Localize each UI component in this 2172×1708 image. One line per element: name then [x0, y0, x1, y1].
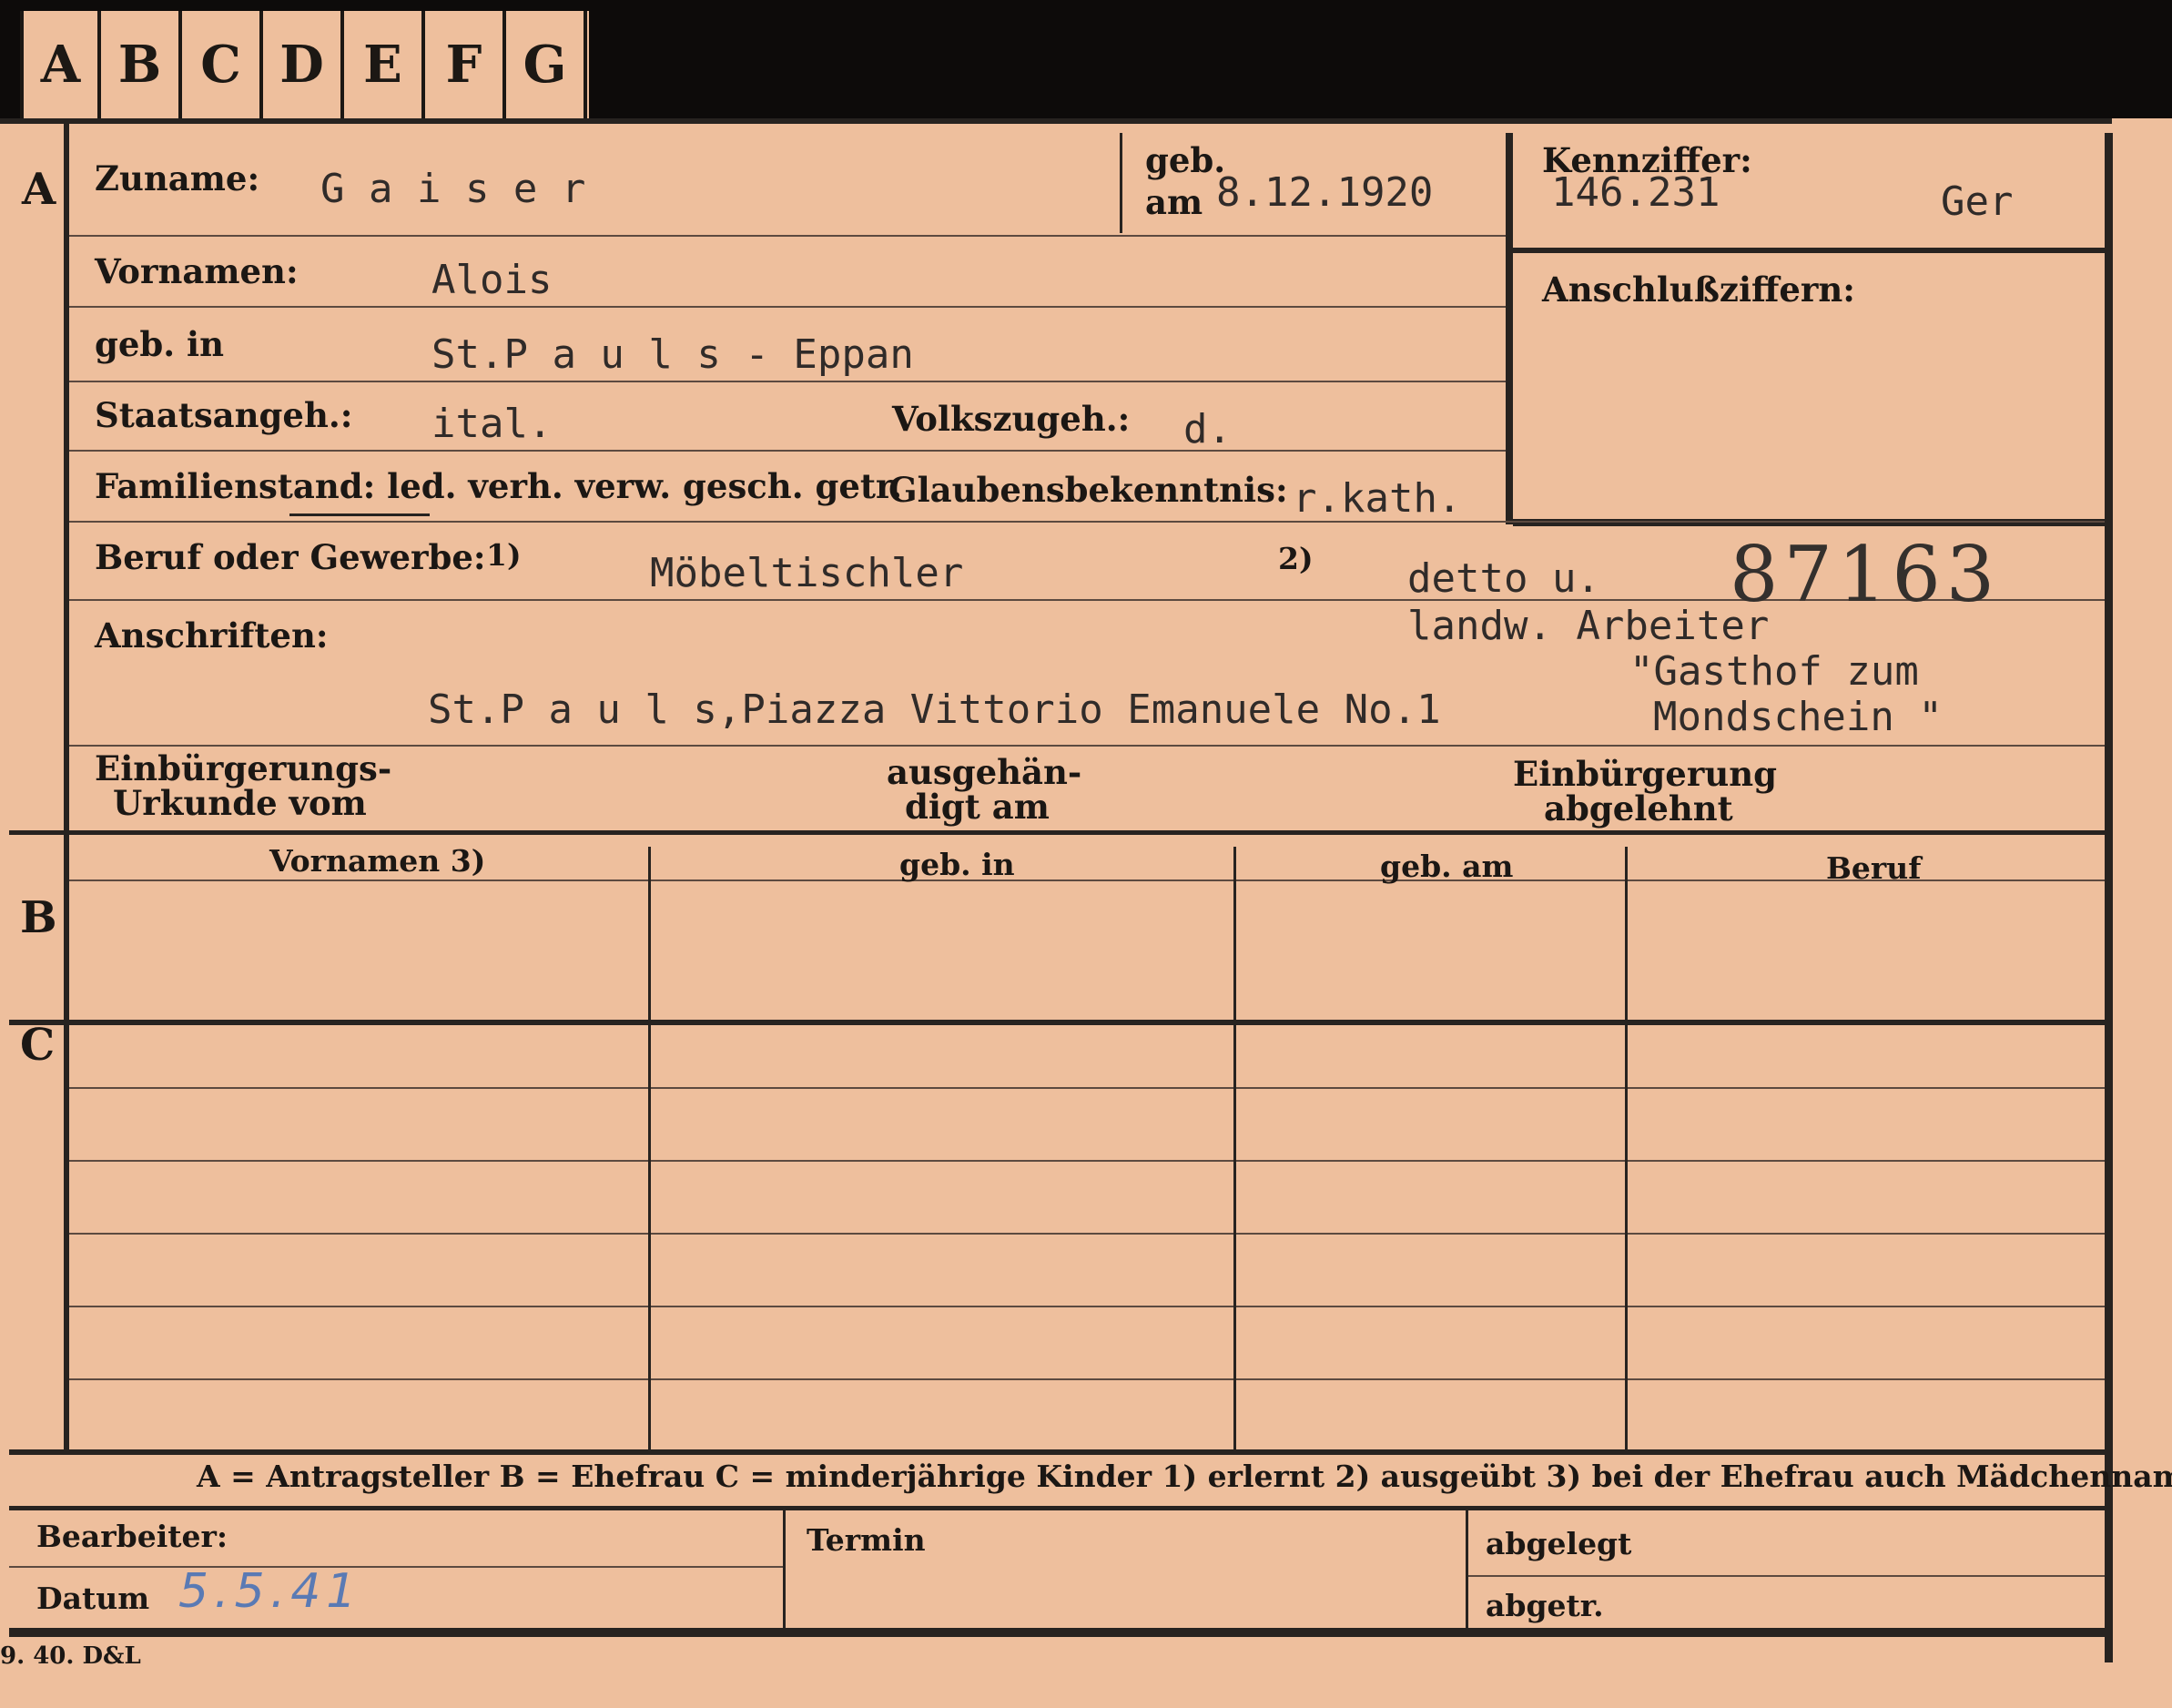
value-datum-handwritten: 5.5.41	[178, 1564, 362, 1619]
registration-card: A B C Zuname: G a i s e r geb. am 8.12.1…	[0, 118, 2172, 1708]
label-abgetr: abgetr.	[1486, 1588, 1604, 1623]
label-am: am	[1145, 182, 1203, 222]
label-bearbeiter: Bearbeiter:	[36, 1519, 228, 1554]
value-staatsangeh: ital.	[431, 401, 553, 447]
footnote-1-marker: 1)	[486, 537, 522, 573]
tab-e[interactable]: E	[344, 11, 425, 118]
label-einbuergerungsurkunde-2: Urkunde vom	[113, 783, 367, 823]
value-anschrift-3: Mondschein "	[1653, 694, 1943, 740]
label-familienstand: Familienstand: led. verh. verw. gesch. g…	[95, 466, 902, 506]
tab-a[interactable]: A	[20, 11, 101, 118]
value-volkszugeh: d.	[1183, 406, 1232, 452]
value-kennziffer: 146.231	[1551, 169, 1720, 216]
tab-g[interactable]: G	[506, 11, 587, 118]
value-anschrift-2: St.P a u l s,Piazza Vittorio Emanuele No…	[428, 686, 1441, 733]
table-header-vornamen: Vornamen 3)	[269, 843, 486, 879]
label-staatsangeh: Staatsangeh.:	[95, 395, 353, 435]
value-geb-in: St.P a u l s - Eppan	[431, 331, 914, 378]
label-geb-in: geb. in	[95, 324, 225, 364]
table-header-geb-am: geb. am	[1380, 849, 1514, 884]
table-header-geb-in: geb. in	[899, 847, 1015, 882]
label-vornamen: Vornamen:	[95, 251, 299, 291]
section-mark-b: B	[20, 892, 57, 943]
value-beruf-ausgeuebt-1: detto u.	[1407, 555, 1600, 602]
label-ausgehaendigt-2: digt am	[905, 787, 1050, 827]
tab-b[interactable]: B	[101, 11, 182, 118]
footer-legend: A = Antragsteller B = Ehefrau C = minder…	[197, 1459, 2172, 1494]
label-geb: geb.	[1145, 140, 1226, 180]
section-mark-a: A	[22, 164, 56, 215]
label-glaubensbekenntnis: Glaubensbekenntnis:	[888, 470, 1288, 510]
label-datum: Datum	[36, 1581, 150, 1616]
section-mark-c: C	[20, 1020, 56, 1071]
label-beruf: Beruf oder Gewerbe:	[95, 537, 486, 577]
value-beruf-erlernt: Möbeltischler	[650, 550, 964, 596]
label-volkszugeh: Volkszugeh.:	[892, 399, 1131, 439]
value-glaubensbekenntnis: r.kath.	[1293, 475, 1462, 522]
value-beruf-ausgeuebt-2: landw. Arbeiter	[1407, 603, 1770, 649]
label-anschriften: Anschriften:	[95, 615, 329, 656]
tab-d[interactable]: D	[263, 11, 344, 118]
print-code: 9. 40. D&L	[0, 1642, 141, 1670]
stamp-number: 87163	[1730, 530, 2001, 619]
tab-f[interactable]: F	[425, 11, 506, 118]
label-einbuergerung-abgelehnt-2: abgelehnt	[1544, 788, 1733, 829]
value-kennziffer-suffix: Ger	[1941, 178, 2014, 225]
value-zuname: G a i s e r	[320, 166, 586, 212]
table-header-beruf: Beruf	[1826, 850, 1922, 886]
label-anschlussziffern: Anschlußziffern:	[1542, 269, 1855, 310]
footnote-2-marker: 2)	[1278, 541, 1314, 576]
tab-c[interactable]: C	[182, 11, 263, 118]
value-geb-date: 8.12.1920	[1216, 169, 1434, 216]
label-abgelegt: abgelegt	[1486, 1526, 1632, 1561]
value-anschrift-1: "Gasthof zum	[1629, 648, 1919, 695]
register-tabs: A B C D E F G	[20, 11, 589, 118]
value-vornamen: Alois	[431, 257, 553, 303]
label-zuname: Zuname:	[95, 158, 260, 198]
label-termin: Termin	[807, 1522, 926, 1558]
